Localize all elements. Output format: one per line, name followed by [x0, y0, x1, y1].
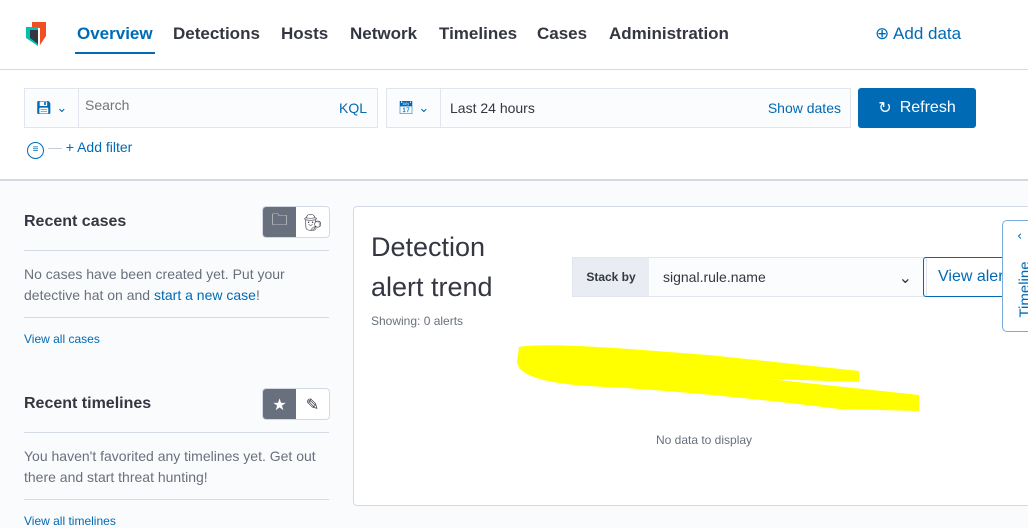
- siem-logo: [26, 22, 46, 46]
- recent-cases-title: Recent cases: [24, 213, 127, 230]
- header: Overview Detections Hosts Network Timeli…: [0, 0, 1028, 181]
- tab-network[interactable]: Network: [350, 24, 417, 54]
- recent-timelines-empty: You haven't favorited any timelines yet.…: [24, 448, 316, 485]
- alert-trend-panel: Detection alert trend Stack by signal.rul…: [353, 206, 1028, 506]
- folder-alert-icon[interactable]: 🗀: [263, 207, 296, 237]
- recent-timelines-title: Recent timelines: [24, 395, 152, 412]
- panel-title: Detection alert trend: [371, 227, 493, 307]
- chevron-left-icon: ‹: [1017, 229, 1023, 244]
- tab-overview[interactable]: Overview: [75, 24, 155, 54]
- refresh-icon: ↻: [878, 100, 892, 117]
- divider: —: [47, 139, 66, 155]
- text: !: [255, 287, 260, 303]
- date-picker: 📅︎ ⌄ Last 24 hours Show dates: [386, 88, 851, 128]
- title-line: alert trend: [371, 272, 493, 302]
- tab-hosts[interactable]: Hosts: [281, 24, 328, 54]
- tab-timelines[interactable]: Timelines: [439, 24, 517, 54]
- divider: [24, 432, 329, 433]
- calendar-icon[interactable]: 📅︎ ⌄: [387, 89, 441, 127]
- detective-icon[interactable]: 🕵︎: [296, 207, 329, 237]
- saved-query-button[interactable]: 💾︎ ⌄: [25, 89, 79, 127]
- tab-detections[interactable]: Detections: [173, 24, 260, 54]
- cases-toggle: 🗀 🕵︎: [262, 206, 330, 238]
- add-filter-button[interactable]: + Add filter: [66, 139, 133, 155]
- plus-circle-icon: ⊕: [875, 24, 890, 43]
- tab-cases[interactable]: Cases: [537, 24, 587, 54]
- view-all-cases-link[interactable]: View all cases: [24, 332, 100, 346]
- timeline-label: Timeline: [1016, 261, 1028, 318]
- redaction-mark: [517, 345, 919, 411]
- add-data-button[interactable]: ⊕ Add data: [875, 24, 961, 44]
- filter-bar: ≡ — + Add filter: [27, 139, 132, 159]
- search-input[interactable]: [85, 97, 335, 113]
- date-range[interactable]: Last 24 hours: [450, 100, 535, 116]
- chevron-down-icon: ⌄: [898, 268, 912, 287]
- divider: [24, 250, 329, 251]
- divider: [24, 499, 329, 500]
- stack-by-value: signal.rule.name: [663, 269, 766, 285]
- stack-by-select[interactable]: Stack by signal.rule.name ⌄: [572, 257, 927, 297]
- divider: [24, 317, 329, 318]
- recent-cases-empty: No cases have been created yet. Put your…: [24, 264, 324, 306]
- top-nav: Overview Detections Hosts Network Timeli…: [0, 0, 1028, 70]
- kql-toggle[interactable]: KQL: [339, 100, 367, 116]
- star-icon[interactable]: ★: [263, 389, 296, 419]
- timelines-toggle: ★ ✎: [262, 388, 330, 420]
- refresh-button[interactable]: ↻ Refresh: [858, 88, 976, 128]
- timeline-flyout-button[interactable]: ‹ Timeline: [1002, 220, 1028, 332]
- title-line: Detection: [371, 232, 486, 262]
- search-bar: 💾︎ ⌄ KQL: [24, 88, 378, 128]
- edit-icon[interactable]: ✎: [296, 389, 329, 419]
- start-new-case-link[interactable]: start a new case: [154, 287, 256, 303]
- no-data-message: No data to display: [655, 433, 753, 447]
- refresh-label: Refresh: [899, 99, 956, 116]
- stack-by-label: Stack by: [573, 258, 649, 296]
- showing-count: Showing: 0 alerts: [371, 314, 464, 328]
- tab-administration[interactable]: Administration: [609, 24, 729, 54]
- add-data-label: Add data: [893, 24, 962, 43]
- show-dates-button[interactable]: Show dates: [768, 100, 841, 116]
- filter-icon[interactable]: ≡: [27, 142, 44, 159]
